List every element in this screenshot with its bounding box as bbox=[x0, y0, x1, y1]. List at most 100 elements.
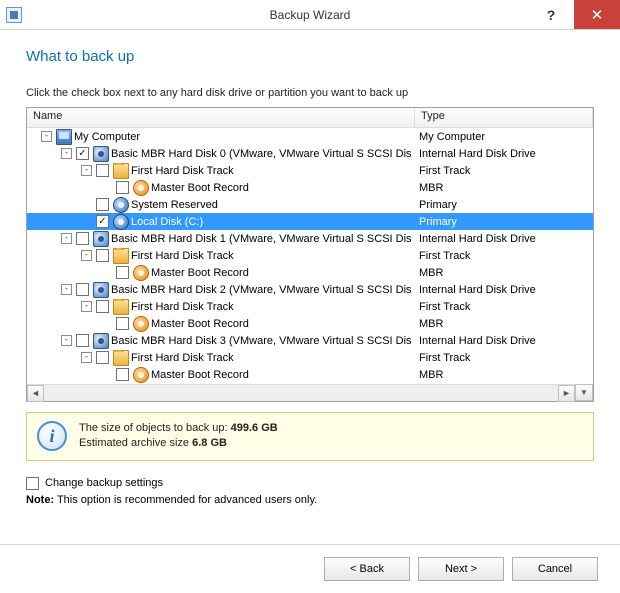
tree-item-type: Primary bbox=[415, 216, 593, 228]
info-icon bbox=[37, 421, 67, 451]
tree-checkbox[interactable] bbox=[96, 215, 109, 228]
expand-toggle[interactable]: - bbox=[61, 335, 72, 346]
tree-checkbox[interactable] bbox=[116, 368, 129, 381]
tree-item-label: System Reserved bbox=[131, 199, 218, 211]
column-header-type[interactable]: Type bbox=[415, 108, 593, 127]
info-archive-value: 6.8 GB bbox=[192, 437, 227, 449]
scroll-track[interactable] bbox=[44, 385, 558, 401]
tree-item-type: Primary bbox=[415, 199, 593, 211]
disk-tree: Name Type -My ComputerMy Computer-Basic … bbox=[26, 107, 594, 402]
expand-toggle[interactable]: - bbox=[81, 165, 92, 176]
tree-header: Name Type bbox=[27, 108, 593, 128]
expand-toggle[interactable]: - bbox=[81, 301, 92, 312]
tree-item-label: Basic MBR Hard Disk 0 (VMware, VMware Vi… bbox=[111, 148, 411, 160]
tree-checkbox[interactable] bbox=[116, 266, 129, 279]
scroll-left-button[interactable]: ◄ bbox=[27, 385, 44, 402]
window-title: Backup Wizard bbox=[270, 8, 351, 22]
tree-checkbox[interactable] bbox=[76, 334, 89, 347]
disk-icon bbox=[93, 146, 109, 162]
tree-checkbox[interactable] bbox=[116, 181, 129, 194]
expand-toggle[interactable]: - bbox=[61, 233, 72, 244]
mbr-icon bbox=[133, 316, 149, 332]
help-button[interactable]: ? bbox=[528, 0, 574, 29]
tree-row[interactable]: -First Hard Disk TrackFirst Track bbox=[27, 298, 593, 315]
folder-icon bbox=[113, 248, 129, 264]
tree-item-label: Master Boot Record bbox=[151, 369, 249, 381]
expand-toggle[interactable]: - bbox=[81, 250, 92, 261]
tree-row[interactable]: -First Hard Disk TrackFirst Track bbox=[27, 162, 593, 179]
tree-row[interactable]: Master Boot Record MBR bbox=[27, 264, 593, 281]
tree-row[interactable]: -Basic MBR Hard Disk 3 (VMware, VMware V… bbox=[27, 332, 593, 349]
tree-row[interactable]: Master Boot Record MBR bbox=[27, 179, 593, 196]
next-button[interactable]: Next > bbox=[418, 557, 504, 581]
tree-item-label: My Computer bbox=[74, 131, 140, 143]
wizard-footer: < Back Next > Cancel bbox=[0, 544, 620, 593]
tree-item-label: Master Boot Record bbox=[151, 267, 249, 279]
info-archive-label: Estimated archive size bbox=[79, 437, 192, 449]
back-button[interactable]: < Back bbox=[324, 557, 410, 581]
tree-item-label: Basic MBR Hard Disk 1 (VMware, VMware Vi… bbox=[111, 233, 411, 245]
tree-row[interactable]: - First Hard Disk Track First Track bbox=[27, 349, 593, 366]
tree-item-type: MBR bbox=[415, 182, 593, 194]
vol-icon bbox=[113, 197, 129, 213]
expand-toggle[interactable]: - bbox=[81, 352, 92, 363]
tree-row[interactable]: - My Computer My Computer bbox=[27, 128, 593, 145]
change-settings-label[interactable]: Change backup settings bbox=[45, 477, 163, 489]
tree-item-label: Basic MBR Hard Disk 2 (VMware, VMware Vi… bbox=[111, 284, 411, 296]
tree-row[interactable]: -First Hard Disk TrackFirst Track bbox=[27, 247, 593, 264]
scroll-down-button[interactable]: ▼ bbox=[575, 384, 593, 401]
column-header-name[interactable]: Name bbox=[27, 108, 415, 127]
expand-toggle[interactable]: - bbox=[41, 131, 52, 142]
tree-item-type: Internal Hard Disk Drive bbox=[415, 233, 593, 245]
folder-icon bbox=[113, 299, 129, 315]
horizontal-scrollbar[interactable]: ◄ ► bbox=[27, 384, 575, 401]
tree-item-type: First Track bbox=[415, 352, 593, 364]
tree-body: -My ComputerMy Computer-Basic MBR Hard D… bbox=[27, 128, 593, 386]
folder-icon bbox=[113, 350, 129, 366]
mbr-icon bbox=[133, 265, 149, 281]
tree-item-label: Master Boot Record bbox=[151, 182, 249, 194]
tree-item-label: First Hard Disk Track bbox=[131, 250, 234, 262]
app-icon bbox=[6, 7, 22, 23]
tree-item-label: First Hard Disk Track bbox=[131, 352, 234, 364]
mbr-icon bbox=[133, 180, 149, 196]
tree-checkbox[interactable] bbox=[96, 300, 109, 313]
tree-row[interactable]: Master Boot RecordMBR bbox=[27, 366, 593, 383]
expand-toggle[interactable]: - bbox=[61, 148, 72, 159]
tree-row[interactable]: Master Boot RecordMBR bbox=[27, 315, 593, 332]
tree-row[interactable]: Local Disk (C:) Primary bbox=[27, 213, 593, 230]
tree-item-label: Local Disk (C:) bbox=[131, 216, 203, 228]
tree-item-type: MBR bbox=[415, 318, 593, 330]
expand-toggle[interactable]: - bbox=[61, 284, 72, 295]
tree-row[interactable]: System Reserved Primary bbox=[27, 196, 593, 213]
change-settings-checkbox[interactable] bbox=[26, 477, 39, 490]
tree-checkbox[interactable] bbox=[96, 164, 109, 177]
tree-checkbox[interactable] bbox=[76, 147, 89, 160]
tree-checkbox[interactable] bbox=[96, 198, 109, 211]
tree-row[interactable]: - Basic MBR Hard Disk 2 (VMware, VMware V… bbox=[27, 281, 593, 298]
cancel-button[interactable]: Cancel bbox=[512, 557, 598, 581]
tree-item-label: First Hard Disk Track bbox=[131, 165, 234, 177]
tree-checkbox[interactable] bbox=[116, 317, 129, 330]
tree-item-type: Internal Hard Disk Drive bbox=[415, 335, 593, 347]
vol-icon bbox=[113, 214, 129, 230]
instruction-text: Click the check box next to any hard dis… bbox=[26, 87, 594, 99]
change-settings-row: Change backup settings bbox=[26, 477, 594, 490]
tree-checkbox[interactable] bbox=[96, 249, 109, 262]
close-button[interactable]: ✕ bbox=[574, 0, 620, 29]
tree-item-type: My Computer bbox=[415, 131, 593, 143]
page-heading: What to back up bbox=[26, 48, 594, 65]
info-size-label: The size of objects to back up: bbox=[79, 422, 231, 434]
tree-row[interactable]: - Basic MBR Hard Disk 0 (VMware, VMware V… bbox=[27, 145, 593, 162]
mbr-icon bbox=[133, 367, 149, 383]
tree-row[interactable]: - Basic MBR Hard Disk 1 (VMware, VMware V… bbox=[27, 230, 593, 247]
tree-item-type: Internal Hard Disk Drive bbox=[415, 148, 593, 160]
tree-checkbox[interactable] bbox=[76, 283, 89, 296]
note-text: This option is recommended for advanced … bbox=[54, 494, 317, 506]
note-label: Note: bbox=[26, 494, 54, 506]
tree-item-type: MBR bbox=[415, 267, 593, 279]
disk-icon bbox=[93, 333, 109, 349]
scroll-right-button[interactable]: ► bbox=[558, 385, 575, 402]
tree-checkbox[interactable] bbox=[96, 351, 109, 364]
tree-checkbox[interactable] bbox=[76, 232, 89, 245]
